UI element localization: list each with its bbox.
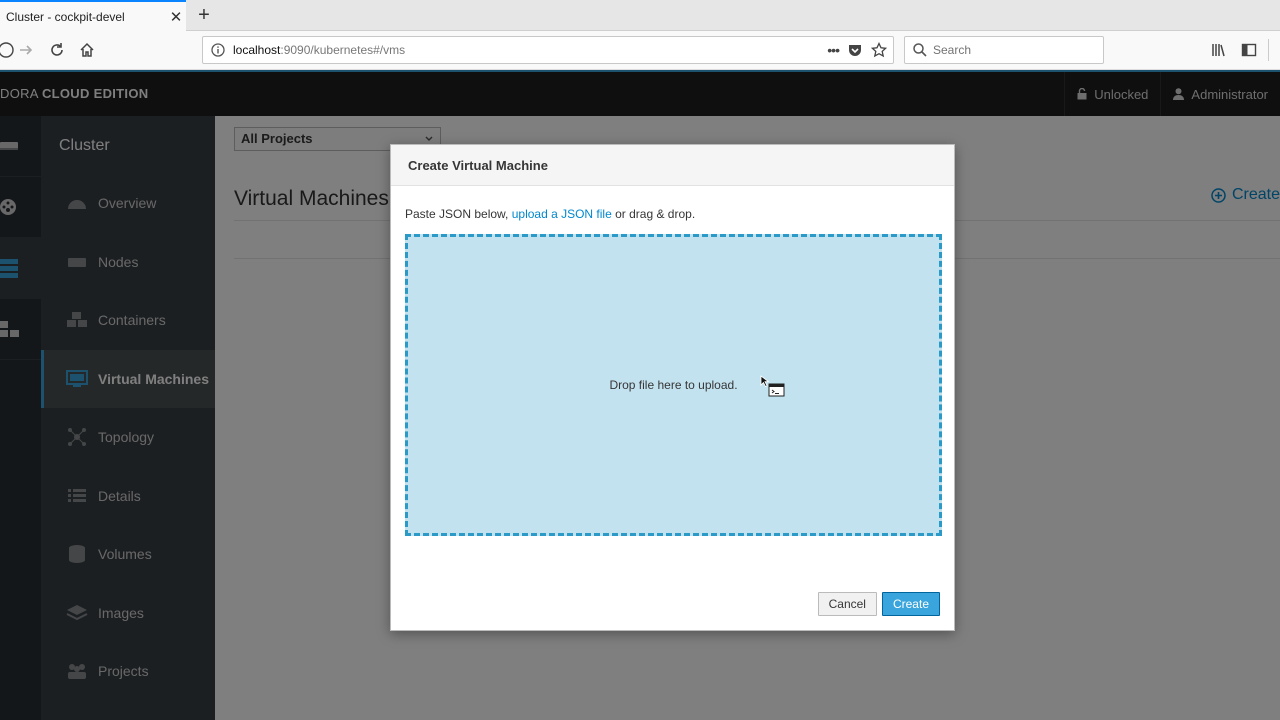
- cancel-button[interactable]: Cancel: [817, 592, 877, 616]
- page-actions-icon[interactable]: •••: [827, 42, 840, 58]
- browser-search-bar[interactable]: [904, 36, 1104, 64]
- forward-button[interactable]: [14, 39, 38, 61]
- search-icon: [913, 43, 927, 57]
- reload-icon: [51, 43, 63, 56]
- url-text[interactable]: localhost:9090/kubernetes#/vms: [233, 43, 827, 57]
- library-icon: [1212, 44, 1225, 57]
- info-icon[interactable]: [203, 43, 233, 57]
- url-bar[interactable]: localhost:9090/kubernetes#/vms •••: [202, 36, 894, 64]
- home-button[interactable]: [75, 39, 99, 61]
- instructions-prefix: Paste JSON below,: [405, 207, 512, 221]
- url-host: localhost: [233, 43, 281, 57]
- json-drop-zone[interactable]: Drop file here to upload.: [405, 234, 942, 536]
- browser-tab[interactable]: Cluster - cockpit-devel ✕: [0, 0, 186, 31]
- url-path: :9090/kubernetes#/vms: [280, 43, 406, 57]
- new-tab-button[interactable]: +: [193, 3, 215, 27]
- dialog-instructions: Paste JSON below, upload a JSON file or …: [405, 207, 695, 221]
- library-button[interactable]: [1207, 39, 1231, 61]
- pocket-icon[interactable]: [847, 42, 863, 58]
- search-input[interactable]: [933, 43, 1093, 57]
- overflow-menu-edge[interactable]: [1268, 39, 1280, 61]
- create-button[interactable]: Create: [881, 592, 940, 616]
- browser-tab-bar: Cluster - cockpit-devel ✕ +: [0, 0, 1280, 31]
- dialog-title: Create Virtual Machine: [391, 145, 954, 186]
- browser-nav-bar: localhost:9090/kubernetes#/vms •••: [0, 31, 1280, 70]
- create-vm-dialog: Create Virtual Machine Paste JSON below,…: [390, 144, 955, 631]
- instructions-suffix: or drag & drop.: [611, 207, 696, 221]
- reload-button[interactable]: [45, 39, 69, 61]
- tab-title: Cluster - cockpit-devel: [6, 9, 125, 24]
- tab-close-icon[interactable]: ✕: [166, 8, 186, 26]
- drag-file-cursor-icon: [760, 375, 786, 404]
- sidebar-icon: [1241, 43, 1257, 57]
- upload-json-link[interactable]: upload a JSON file: [512, 207, 612, 221]
- dialog-footer: Cancel Create: [817, 592, 940, 616]
- bookmark-star-icon[interactable]: [871, 42, 887, 58]
- back-arrow-icon: [0, 42, 14, 58]
- drop-zone-text: Drop file here to upload.: [609, 378, 738, 392]
- forward-arrow-icon: [20, 45, 33, 55]
- home-icon: [80, 42, 94, 57]
- sidebar-toggle-button[interactable]: [1237, 39, 1261, 61]
